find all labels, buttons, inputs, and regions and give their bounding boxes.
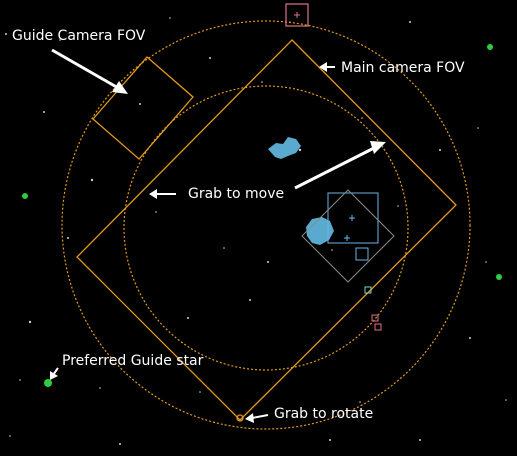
arrow-icon (245, 413, 269, 423)
arrow-icon (50, 367, 59, 380)
arrow-icon (51, 48, 128, 94)
sky-view[interactable]: Guide Camera FOV Main camera FOV Grab to… (0, 0, 517, 456)
marker-pink (371, 314, 379, 322)
preferred-guide-star-label: Preferred Guide star (62, 353, 204, 369)
green-star (487, 44, 493, 50)
arrow-icon (294, 141, 386, 190)
green-star (496, 274, 502, 280)
inner-fov-circle[interactable] (123, 85, 409, 371)
small-blue-box[interactable] (355, 247, 369, 261)
crosshair-icon (344, 215, 355, 241)
guide-camera-fov[interactable] (92, 56, 194, 160)
grab-to-move-label: Grab to move (188, 186, 285, 202)
guide-star-icon[interactable] (44, 379, 52, 387)
main-camera-fov-label: Main camera FOV (341, 60, 465, 76)
galaxy-icon (306, 217, 334, 245)
grab-to-rotate-label: Grab to rotate (274, 406, 374, 422)
galaxy-icon (268, 137, 301, 159)
arrow-icon (149, 189, 176, 199)
guide-camera-fov-label: Guide Camera FOV (12, 28, 146, 44)
star-field (5, 17, 507, 445)
crosshair-icon (294, 12, 300, 18)
marker-pink (374, 323, 382, 331)
green-star (22, 193, 28, 199)
